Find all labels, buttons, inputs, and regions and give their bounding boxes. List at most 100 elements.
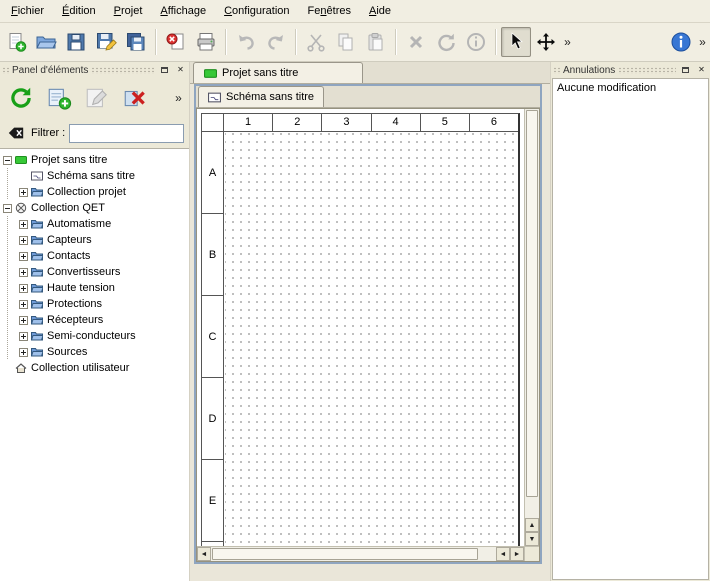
- tree-item-label: Capteurs: [47, 234, 92, 246]
- close-file-button[interactable]: [161, 27, 191, 57]
- expand-icon[interactable]: [19, 236, 28, 245]
- dock-grip[interactable]: [618, 67, 676, 74]
- clear-filter-button[interactable]: [5, 122, 27, 144]
- tree-item-label: Sources: [47, 346, 87, 358]
- menu-projet[interactable]: Projet: [105, 0, 152, 22]
- tree-item-collection-qet[interactable]: Collection QET: [0, 200, 189, 216]
- horizontal-scrollbar[interactable]: ◄ ◄ ►: [197, 546, 524, 561]
- vertical-scrollbar[interactable]: ▲ ▼: [524, 109, 539, 546]
- tree-item-collection-projet[interactable]: Collection projet: [0, 184, 189, 200]
- scroll-left-button-2[interactable]: ◄: [496, 547, 510, 561]
- move-tool-button[interactable]: [531, 27, 561, 57]
- tree-item-capteurs[interactable]: Capteurs: [0, 232, 189, 248]
- scroll-left-button[interactable]: ◄: [197, 547, 211, 561]
- collapse-icon[interactable]: [3, 156, 12, 165]
- expand-icon[interactable]: [19, 284, 28, 293]
- expand-icon[interactable]: [19, 220, 28, 229]
- tab-project-sans-titre[interactable]: Projet sans titre: [193, 62, 363, 83]
- tree-item-collection-utilisateur[interactable]: Collection utilisateur: [0, 360, 189, 376]
- open-project-button[interactable]: [31, 27, 61, 57]
- tree-item-contacts[interactable]: Contacts: [0, 248, 189, 264]
- tree-item-semi-conducteurs[interactable]: Semi-conducteurs: [0, 328, 189, 344]
- scroll-down-button[interactable]: ▼: [525, 532, 539, 546]
- scrollbar-corner: [524, 546, 539, 561]
- filter-input[interactable]: [69, 124, 184, 143]
- diagram-grid[interactable]: [225, 133, 518, 562]
- delete-button[interactable]: [401, 27, 431, 57]
- rotate-button[interactable]: [431, 27, 461, 57]
- redo-button[interactable]: [261, 27, 291, 57]
- toolbar-extension-button[interactable]: »: [696, 35, 709, 49]
- close-panel-button[interactable]: ✕: [174, 64, 187, 77]
- tree-guide: [3, 280, 19, 296]
- menu-edition[interactable]: Édition: [53, 0, 105, 22]
- expand-icon[interactable]: [19, 316, 28, 325]
- expand-icon[interactable]: [19, 252, 28, 261]
- expand-icon[interactable]: [19, 188, 28, 197]
- print-button[interactable]: [191, 27, 221, 57]
- close-panel-button[interactable]: ✕: [695, 64, 708, 77]
- menu-fichier[interactable]: Fichier: [2, 0, 53, 22]
- new-project-button[interactable]: [1, 27, 31, 57]
- expand-icon[interactable]: [19, 332, 28, 341]
- edit-element-button[interactable]: [80, 81, 114, 115]
- diagram-column-headers: 123456: [224, 114, 518, 132]
- undo-button[interactable]: [231, 27, 261, 57]
- expand-icon[interactable]: [19, 300, 28, 309]
- tree-item-sources[interactable]: Sources: [0, 344, 189, 360]
- tree-item-haute-tension[interactable]: Haute tension: [0, 280, 189, 296]
- tools-overflow-button[interactable]: »: [561, 35, 574, 49]
- elements-toolbar-overflow-button[interactable]: »: [172, 91, 185, 105]
- tree-item-label: Collection QET: [31, 202, 105, 214]
- tree-item-label: Semi-conducteurs: [47, 330, 136, 342]
- floppy-icon: [65, 31, 87, 53]
- float-icon: [161, 67, 168, 73]
- cut-button[interactable]: [301, 27, 331, 57]
- menu-fenetres[interactable]: Fenêtres: [299, 0, 360, 22]
- paste-button[interactable]: [361, 27, 391, 57]
- select-tool-button[interactable]: [501, 27, 531, 57]
- save-as-button[interactable]: [91, 27, 121, 57]
- reload-collections-button[interactable]: [4, 81, 38, 115]
- menu-configuration[interactable]: Configuration: [215, 0, 298, 22]
- menu-affichage[interactable]: Affichage: [151, 0, 215, 22]
- undo-history-list[interactable]: Aucune modification: [552, 78, 709, 580]
- save-button[interactable]: [61, 27, 91, 57]
- tab-schema-sans-titre[interactable]: Schéma sans titre: [198, 86, 324, 107]
- project-subwindow: Schéma sans titre 123456 ABCDE ▲ ▼: [194, 84, 542, 564]
- tree-item-schema-sans-titre[interactable]: Schéma sans titre: [0, 168, 189, 184]
- new-element-button[interactable]: [42, 81, 76, 115]
- scroll-right-button[interactable]: ►: [510, 547, 524, 561]
- horizontal-scrollbar-thumb[interactable]: [212, 548, 478, 560]
- vertical-scrollbar-thumb[interactable]: [526, 110, 538, 497]
- expand-icon[interactable]: [19, 348, 28, 357]
- toolbar-separator: [225, 29, 227, 55]
- delete-element-button[interactable]: [118, 81, 152, 115]
- dock-grip[interactable]: [553, 67, 560, 74]
- undo-panel-titlebar[interactable]: Annulations ✕: [551, 62, 710, 78]
- diagram-view[interactable]: 123456 ABCDE ▲ ▼ ◄ ◄ ►: [196, 108, 540, 562]
- float-panel-button[interactable]: [679, 64, 692, 77]
- cursor-icon: [505, 31, 527, 53]
- save-all-button[interactable]: [121, 27, 151, 57]
- about-qet-button[interactable]: [666, 27, 696, 57]
- diagram-corner: [202, 114, 224, 132]
- schema-icon: [31, 170, 43, 182]
- tree-item-protections[interactable]: Protections: [0, 296, 189, 312]
- tree-item-convertisseurs[interactable]: Convertisseurs: [0, 264, 189, 280]
- tree-item-automatisme[interactable]: Automatisme: [0, 216, 189, 232]
- dock-grip[interactable]: [91, 67, 155, 74]
- tree-item-recepteurs[interactable]: Récepteurs: [0, 312, 189, 328]
- properties-button[interactable]: [461, 27, 491, 57]
- elements-panel-titlebar[interactable]: Panel d'éléments ✕: [0, 62, 189, 78]
- copy-button[interactable]: [331, 27, 361, 57]
- diagram-row-headers: ABCDE: [202, 132, 224, 562]
- expand-icon[interactable]: [19, 268, 28, 277]
- dock-grip[interactable]: [2, 67, 9, 74]
- menu-aide[interactable]: Aide: [360, 0, 400, 22]
- scroll-up-button[interactable]: ▲: [525, 518, 539, 532]
- tree-item-projet-sans-titre[interactable]: Projet sans titre: [0, 152, 189, 168]
- float-panel-button[interactable]: [158, 64, 171, 77]
- folder-icon: [31, 314, 43, 326]
- collapse-icon[interactable]: [3, 204, 12, 213]
